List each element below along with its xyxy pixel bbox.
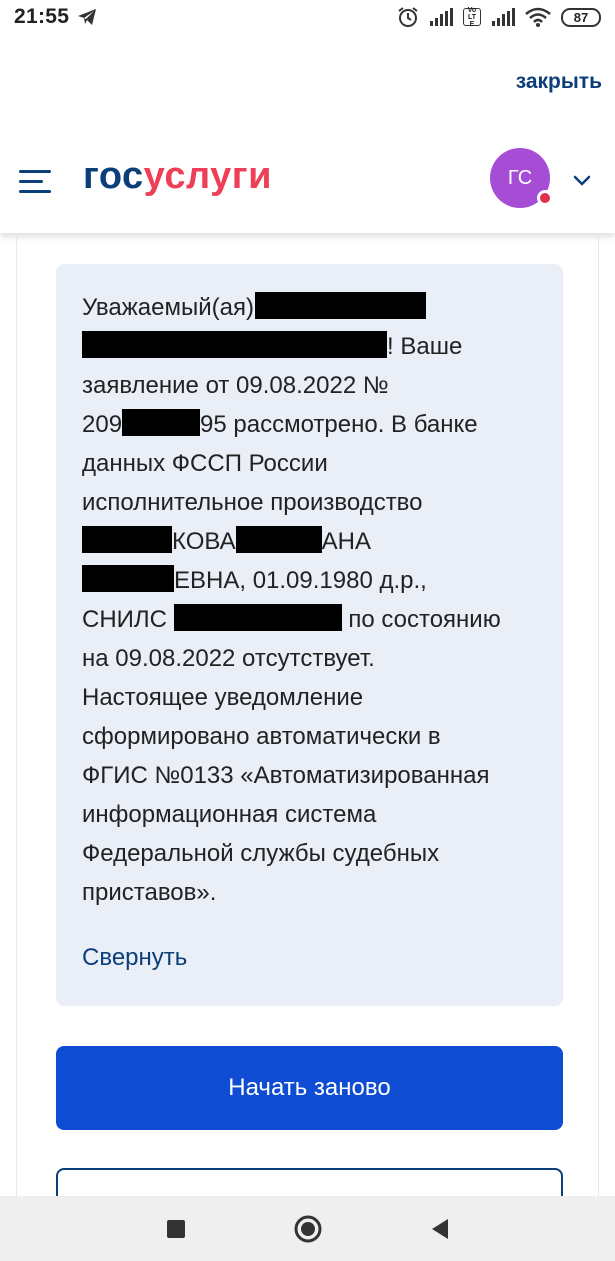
menu-icon[interactable]: [19, 167, 53, 197]
status-right: VoLTE 87: [397, 6, 601, 28]
redaction-block: [82, 565, 174, 592]
message-line: ! Ваше: [82, 327, 532, 366]
close-link[interactable]: закрыть: [516, 70, 602, 94]
message-line: Федеральной службы судебных: [82, 840, 440, 867]
status-left: 21:55: [14, 5, 97, 29]
message-line: ФГИС №0133 «Автоматизированная: [82, 762, 490, 789]
message-line: сформировано автоматически в: [82, 723, 441, 750]
status-time: 21:55: [14, 5, 70, 28]
volte-icon: VoLTE: [463, 6, 481, 28]
message-line: СНИЛС по состоянию: [82, 600, 532, 639]
message-line: Настоящее уведомление: [82, 684, 364, 711]
message-line: исполнительное производство: [82, 489, 423, 516]
message-text-fragment: 95 рассмотрено. В банке: [200, 411, 478, 438]
collapse-link[interactable]: Свернуть: [82, 944, 187, 972]
system-nav-bar: [0, 1196, 615, 1261]
redaction-block: [173, 604, 342, 631]
message-text-fragment: АНА: [321, 528, 371, 555]
message-line: 209 95 рассмотрено. В банке: [82, 405, 532, 444]
message-text-fragment: ЕВНА, 01.09.1980 д.р.,: [174, 567, 427, 594]
battery-icon: 87: [561, 7, 601, 27]
telegram-icon: [77, 8, 97, 26]
redaction-block: [82, 526, 172, 553]
app-header: госуслуги ГС: [0, 133, 615, 233]
message-text-fragment: КОВА: [172, 528, 236, 555]
message-line: данных ФССП России: [82, 450, 328, 477]
alarm-icon: [397, 6, 419, 28]
gosuslugi-logo[interactable]: госуслуги: [83, 155, 272, 198]
message-text-fragment: по состоянию: [348, 606, 501, 633]
restart-button[interactable]: Начать заново: [56, 1046, 563, 1130]
redaction-block: [235, 526, 322, 553]
notification-dot: [537, 190, 553, 206]
message-text: Уважаемый(ая) ! Ваше заявление от 09.08.…: [82, 288, 532, 912]
wifi-icon: [525, 7, 551, 27]
message-greeting: Уважаемый(ая): [82, 294, 254, 321]
logo-part-gos: гос: [83, 155, 144, 197]
circle-icon[interactable]: [292, 1213, 324, 1245]
message-line: заявление от 09.08.2022 №: [82, 372, 389, 399]
message-line: ЕВНА, 01.09.1980 д.р.,: [82, 561, 532, 600]
avatar-initials: ГС: [507, 166, 533, 189]
status-bar: 21:55 VoLTE 87: [0, 0, 615, 34]
chevron-down-icon[interactable]: [572, 171, 592, 191]
back-triangle-icon[interactable]: [424, 1213, 456, 1245]
redaction-block: [82, 331, 387, 358]
logo-part-uslugi: услуги: [143, 155, 272, 197]
square-icon[interactable]: [160, 1213, 192, 1245]
message-line: Уважаемый(ая): [82, 288, 532, 327]
message-text-fragment: 209: [82, 411, 123, 438]
message-line: приставов».: [82, 879, 217, 906]
message-line: информационная система: [82, 801, 377, 828]
redaction-block: [122, 409, 201, 436]
avatar[interactable]: ГС: [490, 148, 553, 208]
message-line: на 09.08.2022 отсутствует.: [82, 645, 375, 672]
redaction-block: [254, 292, 426, 319]
message-line: КОВА АНА: [82, 522, 532, 561]
volte-label: VoLTE: [467, 6, 477, 28]
message-text-fragment: СНИЛС: [82, 606, 167, 633]
signal-icon: [429, 8, 453, 26]
signal-icon: [491, 8, 515, 26]
message-text-fragment: ! Ваше: [387, 333, 463, 360]
